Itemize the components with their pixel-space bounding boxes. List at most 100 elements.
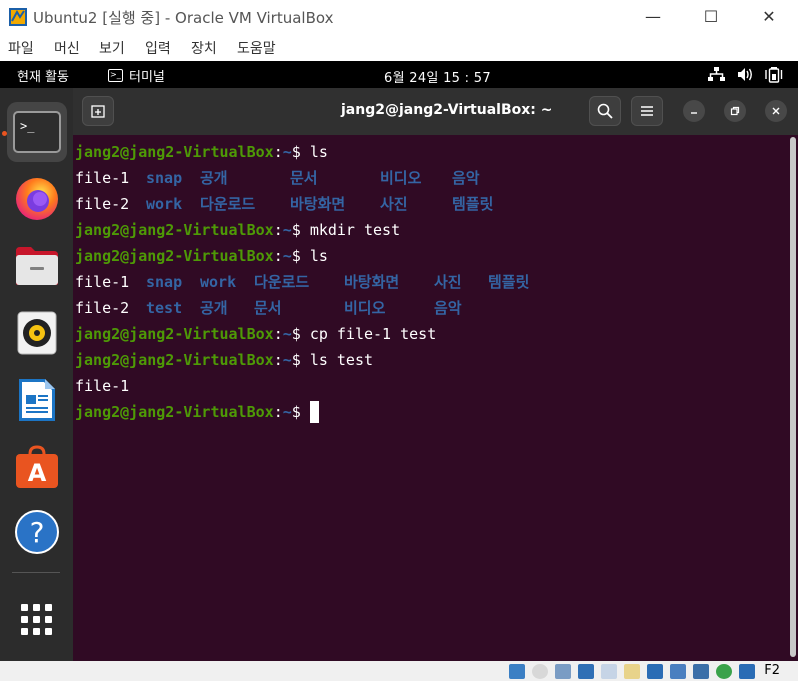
- display-icon[interactable]: [647, 664, 663, 679]
- clock[interactable]: 6월 24일 15 : 57: [384, 67, 491, 86]
- output-dir: 음악: [434, 299, 462, 317]
- dock-terminal[interactable]: >_: [7, 102, 67, 162]
- dock-help[interactable]: ?: [7, 502, 67, 562]
- output-dir: 다운로드: [254, 273, 310, 291]
- prompt-path: ~: [282, 221, 292, 239]
- activities-button[interactable]: 현재 활동: [17, 66, 69, 85]
- term-minimize-button[interactable]: [683, 100, 705, 122]
- usb-icon[interactable]: [601, 664, 617, 679]
- output-dir: 비디오: [380, 169, 422, 187]
- network-icon[interactable]: [708, 67, 725, 82]
- prompt-user: jang2@jang2-VirtualBox: [75, 325, 274, 343]
- terminal-line: jang2@jang2-VirtualBox:~$ cp file-1 test: [75, 323, 436, 345]
- new-tab-button[interactable]: [82, 96, 114, 126]
- output-dir: work: [146, 195, 183, 213]
- maximize-button[interactable]: ☐: [688, 0, 734, 33]
- output-dir: snap: [146, 169, 183, 187]
- files-icon: [16, 247, 58, 285]
- prompt-dollar: $: [291, 221, 310, 239]
- command-text: ls: [309, 143, 328, 161]
- output-dir: 사진: [434, 273, 462, 291]
- output-file: file-1: [75, 273, 130, 291]
- search-button[interactable]: [589, 96, 621, 126]
- output-dir: 사진: [380, 195, 408, 213]
- prompt-colon: :: [273, 143, 283, 161]
- menu-machine[interactable]: 머신: [54, 38, 80, 58]
- prompt-user: jang2@jang2-VirtualBox: [75, 247, 274, 265]
- output-dir: snap: [146, 273, 183, 291]
- dock-firefox[interactable]: [7, 169, 67, 229]
- dock-libreoffice-writer[interactable]: [7, 370, 67, 430]
- network-adapter-icon[interactable]: [578, 664, 594, 679]
- menu-devices[interactable]: 장치: [191, 38, 217, 58]
- menu-file[interactable]: 파일: [8, 38, 34, 58]
- cpu-icon[interactable]: [693, 664, 709, 679]
- hamburger-menu-button[interactable]: [631, 96, 663, 126]
- term-close-button[interactable]: [765, 100, 787, 122]
- text-cursor: [309, 401, 319, 423]
- terminal-output[interactable]: jang2@jang2-VirtualBox:~$ ls file-1 snap…: [73, 135, 798, 661]
- output-dir: 바탕화면: [290, 195, 346, 213]
- output-dir: 공개: [200, 299, 228, 317]
- close-button[interactable]: ✕: [746, 0, 792, 33]
- recording-icon[interactable]: [670, 664, 686, 679]
- host-titlebar: Ubuntu2 [실행 중] - Oracle VM VirtualBox — …: [0, 0, 798, 33]
- close-icon: ✕: [762, 7, 776, 26]
- output-dir: 바탕화면: [344, 273, 400, 291]
- command-text: ls: [309, 247, 328, 265]
- search-icon: [597, 103, 613, 119]
- keyboard-capture-icon[interactable]: [739, 664, 755, 679]
- output-dir: work: [200, 273, 237, 291]
- terminal-line: jang2@jang2-VirtualBox:~$: [75, 401, 319, 423]
- terminal-line: jang2@jang2-VirtualBox:~$ ls: [75, 141, 328, 163]
- menu-view[interactable]: 보기: [99, 38, 125, 58]
- prompt-user: jang2@jang2-VirtualBox: [75, 403, 274, 421]
- show-apps-icon: [21, 604, 52, 635]
- output-dir: 문서: [254, 299, 282, 317]
- output-file: file-2: [75, 299, 130, 317]
- ubuntu-topbar: 현재 활동 >_ 터미널 6월 24일 15 : 57: [0, 61, 798, 88]
- shared-folders-icon[interactable]: [624, 664, 640, 679]
- output-dir: 공개: [200, 169, 228, 187]
- software-icon-glyph: A: [28, 459, 47, 487]
- dock-software[interactable]: A: [7, 437, 67, 497]
- prompt-colon: :: [273, 221, 283, 239]
- minimize-icon: [691, 112, 697, 114]
- host-statusbar: F2: [0, 661, 798, 681]
- help-icon-glyph: ?: [30, 516, 45, 549]
- output-dir: 비디오: [344, 299, 386, 317]
- optical-drive-icon[interactable]: [532, 664, 548, 679]
- audio-icon[interactable]: [555, 664, 571, 679]
- battery-icon[interactable]: [765, 66, 783, 83]
- restore-icon: [730, 106, 740, 116]
- terminal-scrollbar[interactable]: [790, 137, 796, 657]
- prompt-colon: :: [273, 351, 283, 369]
- prompt-path: ~: [282, 247, 292, 265]
- terminal-title: jang2@jang2-VirtualBox: ~: [341, 102, 553, 118]
- prompt-dollar: $: [291, 351, 310, 369]
- terminal-app-icon: >_: [108, 69, 123, 82]
- volume-icon[interactable]: [737, 67, 754, 82]
- dock: >_ A ?: [0, 88, 73, 661]
- software-icon: A: [16, 445, 58, 488]
- command-text: mkdir test: [309, 221, 401, 239]
- output-dir: 다운로드: [200, 195, 256, 213]
- hard-disk-icon[interactable]: [509, 664, 525, 679]
- dock-rhythmbox[interactable]: [7, 303, 67, 363]
- menu-input[interactable]: 입력: [145, 38, 171, 58]
- mouse-integration-icon[interactable]: [716, 664, 732, 679]
- output-dir: 템플릿: [488, 273, 530, 291]
- app-menu-terminal[interactable]: >_ 터미널: [108, 66, 165, 85]
- show-applications-button[interactable]: [7, 590, 67, 650]
- menu-help[interactable]: 도움말: [237, 38, 276, 58]
- term-maximize-button[interactable]: [724, 100, 746, 122]
- minimize-button[interactable]: —: [630, 0, 676, 33]
- terminal-line: jang2@jang2-VirtualBox:~$ mkdir test: [75, 219, 400, 241]
- output-dir: 음악: [452, 169, 480, 187]
- app-menu-label: 터미널: [129, 70, 165, 85]
- prompt-dollar: $: [291, 403, 310, 421]
- prompt-dollar: $: [291, 143, 310, 161]
- dock-files[interactable]: [7, 236, 67, 296]
- dock-separator: [12, 572, 60, 573]
- output-dir: 문서: [290, 169, 318, 187]
